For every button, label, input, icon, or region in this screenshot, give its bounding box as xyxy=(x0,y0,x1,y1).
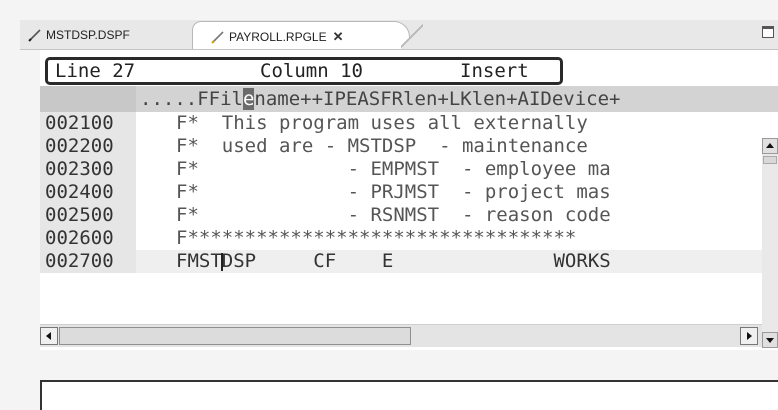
command-input-field[interactable] xyxy=(40,380,778,410)
source-code[interactable]: F* - PRJMST - project mas xyxy=(176,181,611,204)
source-lines[interactable]: 002100 F* This program uses all external… xyxy=(40,112,762,273)
source-line[interactable]: 002300 F* - EMPMST - employee ma xyxy=(40,158,762,181)
sequence-number: 002600 xyxy=(40,227,136,250)
source-code[interactable]: F* - RSNMST - reason code xyxy=(176,204,611,227)
horizontal-scroll-thumb[interactable] xyxy=(59,327,411,345)
sequence-number: 002200 xyxy=(40,135,136,158)
source-line[interactable]: 002600 F********************************… xyxy=(40,227,762,250)
tab-label: PAYROLL.RPGLE xyxy=(229,29,327,44)
vertical-scroll-thumb[interactable] xyxy=(763,156,777,164)
code-after-cursor: DSP CF E WORKS xyxy=(221,250,611,272)
ruler-text: .....FFilename++IPEASFRlen+LKlen+AIDevic… xyxy=(140,86,620,112)
ruler-cursor-marker: e xyxy=(242,88,255,110)
source-line[interactable]: 002200 F* used are - MSTDSP - maintenanc… xyxy=(40,135,762,158)
source-line[interactable]: 002500 F* - RSNMST - reason code xyxy=(40,204,762,227)
ruler-prefix: .....FFil xyxy=(140,88,243,110)
source-code[interactable]: F* used are - MSTDSP - maintenance xyxy=(176,135,588,158)
sequence-number: 002100 xyxy=(40,112,136,135)
arrow-left-icon[interactable] xyxy=(40,327,58,345)
close-icon[interactable]: ✕ xyxy=(333,29,344,45)
code-before-cursor: FMST xyxy=(176,250,222,272)
source-code[interactable]: FMSTDSP CF E WORKS xyxy=(176,250,611,273)
horizontal-scrollbar[interactable] xyxy=(40,324,762,347)
sequence-number: 002300 xyxy=(40,158,136,181)
editor-tab-bar: MSTDSP.DSPF PAYROLL.RPGLE ✕ xyxy=(20,20,778,51)
status-line: Line 27 xyxy=(55,60,136,82)
status-column: Column 10 xyxy=(260,60,363,82)
pencil-icon xyxy=(211,30,224,44)
source-code[interactable]: F********************************** xyxy=(176,227,576,250)
arrow-down-icon[interactable] xyxy=(762,332,778,348)
vertical-scrollbar[interactable] xyxy=(762,138,778,348)
pencil-icon xyxy=(28,29,41,42)
arrow-right-icon[interactable] xyxy=(740,327,758,345)
ruler-suffix: name++IPEASFRlen+LKlen+AIDevice+ xyxy=(254,88,621,110)
source-code[interactable]: F* - EMPMST - employee ma xyxy=(176,158,611,181)
ruler-gutter xyxy=(40,86,136,112)
cursor-status-box: Line 27 Column 10 Insert xyxy=(45,57,563,85)
source-code[interactable]: F* This program uses all externally xyxy=(176,112,588,135)
source-line[interactable]: 002400 F* - PRJMST - project mas xyxy=(40,181,762,204)
tab-label: MSTDSP.DSPF xyxy=(46,28,130,42)
source-line-current[interactable]: 002700 FMSTDSP CF E WORKS xyxy=(40,250,762,273)
arrow-up-icon[interactable] xyxy=(762,138,778,154)
status-mode: Insert xyxy=(460,60,529,82)
maximize-icon[interactable] xyxy=(762,26,774,38)
format-ruler: .....FFilename++IPEASFRlen+LKlen+AIDevic… xyxy=(40,86,778,112)
tab-payroll-rpgle[interactable]: PAYROLL.RPGLE ✕ xyxy=(192,21,423,51)
sequence-number: 002700 xyxy=(40,250,136,273)
source-line[interactable]: 002100 F* This program uses all external… xyxy=(40,112,762,135)
sequence-number: 002400 xyxy=(40,181,136,204)
tab-mstdsp-dspf[interactable]: MSTDSP.DSPF xyxy=(22,20,174,50)
sequence-number: 002500 xyxy=(40,204,136,227)
source-editor[interactable]: Line 27 Column 10 Insert .....FFilename+… xyxy=(40,50,778,350)
